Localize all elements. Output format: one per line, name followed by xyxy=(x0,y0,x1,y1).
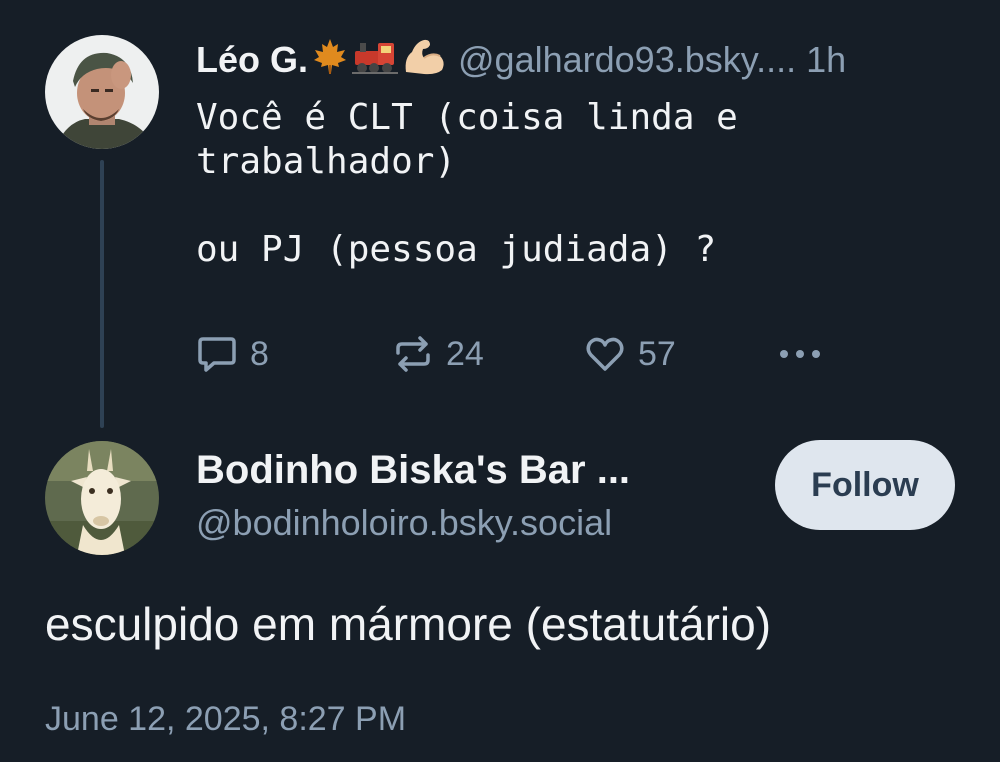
reply-count: 8 xyxy=(250,334,269,373)
follow-button[interactable]: Follow xyxy=(775,440,955,530)
locomotive-icon xyxy=(352,37,399,84)
reply-button[interactable]: 8 xyxy=(196,330,269,378)
repost-button[interactable]: 24 xyxy=(392,330,484,378)
parent-post-header: Léo G. @galhardo93.bsky.... 1h xyxy=(196,34,846,86)
parent-author-handle[interactable]: @galhardo93.bsky.... xyxy=(458,39,796,81)
parent-author-avatar[interactable] xyxy=(45,35,159,149)
reply-author-avatar[interactable] xyxy=(45,441,159,555)
flexed-biceps-icon xyxy=(402,36,446,85)
ellipsis-icon xyxy=(780,350,820,358)
maple-leaf-icon xyxy=(312,37,348,84)
speech-bubble-icon xyxy=(198,337,236,372)
parent-author-name[interactable]: Léo G. xyxy=(196,39,308,81)
reply-author-name[interactable]: Bodinho Biska's Bar ... xyxy=(196,444,630,496)
reply-post-timestamp: June 12, 2025, 8:27 PM xyxy=(45,700,407,738)
reply-author-handle[interactable]: @bodinholoiro.bsky.social xyxy=(196,498,612,548)
parent-post-time[interactable]: 1h xyxy=(806,39,846,81)
like-count: 57 xyxy=(638,334,676,373)
reply-post-text: esculpido em mármore (estatutário) xyxy=(45,598,772,650)
thread-connector-line xyxy=(100,160,104,428)
post-action-bar: 8 24 57 xyxy=(196,330,836,378)
more-options-button[interactable] xyxy=(776,330,836,378)
parent-post-text: Você é CLT (coisa linda e trabalhador) o… xyxy=(196,97,738,270)
heart-icon xyxy=(586,337,624,371)
like-button[interactable]: 57 xyxy=(584,330,676,378)
repost-arrows-icon xyxy=(396,336,430,372)
repost-count: 24 xyxy=(446,334,484,373)
